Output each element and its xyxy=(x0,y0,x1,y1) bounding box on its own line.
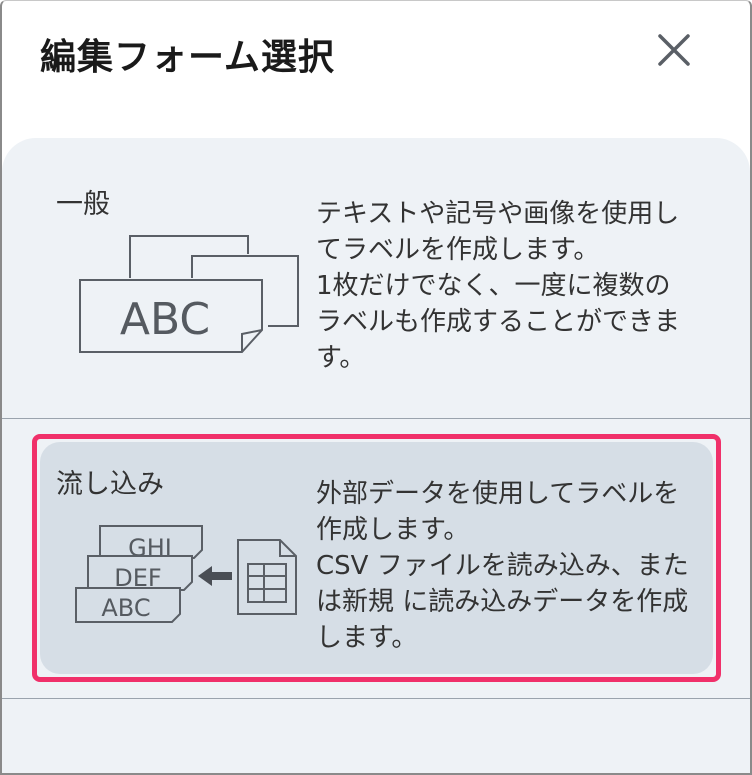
dialog-title: 編集フォーム選択 xyxy=(40,37,335,78)
close-icon xyxy=(658,34,690,66)
option-general-label: 一般 xyxy=(56,189,110,220)
svg-text:ABC: ABC xyxy=(101,594,150,622)
option-flow-in[interactable]: 流し込み GHI DEF ABC 外部データを使用してラベルを 作成します。 C… xyxy=(40,442,713,674)
label-sheets-icon: ABC xyxy=(79,235,299,353)
option-general[interactable]: 一般 ABC テキストや記号や画像を使用し てラベルを作成します。 1枚だけでな… xyxy=(2,160,750,418)
option-general-description: テキストや記号や画像を使用し てラベルを作成します。 1枚だけでなく、一度に複数… xyxy=(316,199,681,373)
option-flow-in-label: 流し込み xyxy=(56,469,164,500)
abc-sheet-text: ABC xyxy=(120,294,210,345)
dialog-header: 編集フォーム選択 xyxy=(0,0,752,100)
option-flow-in-description: 外部データを使用してラベルを 作成します。 CSV ファイルを読み込み、また は… xyxy=(316,479,689,653)
divider xyxy=(2,418,750,419)
empty-option-row xyxy=(2,699,750,773)
data-merge-icon: GHI DEF ABC xyxy=(75,525,297,623)
close-button[interactable] xyxy=(652,28,696,72)
